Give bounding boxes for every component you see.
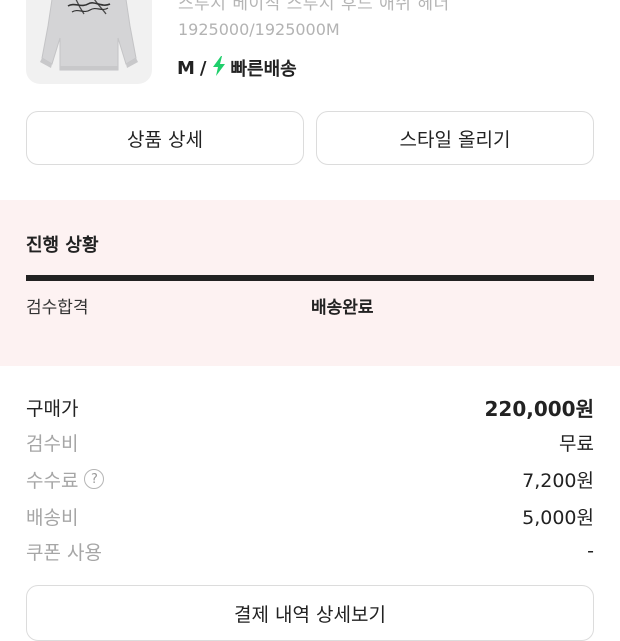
progress-title: 진행 상황 bbox=[26, 235, 99, 256]
product-options: M / 빠른배송 bbox=[177, 55, 297, 81]
price-value: 무료 bbox=[559, 432, 594, 455]
price-row-commission: 수수료 ? 7,200원 bbox=[26, 464, 594, 494]
product-thumbnail[interactable] bbox=[26, 0, 152, 84]
progress-step-inspection: 검수합격 bbox=[26, 298, 89, 318]
price-label: 구매가 bbox=[26, 397, 79, 420]
price-row-coupon: 쿠폰 사용 - bbox=[26, 536, 594, 566]
product-name: 스투시 베이직 스투시 후드 애쉬 헤더 bbox=[178, 0, 450, 14]
price-row-purchase: 구매가 220,000원 bbox=[26, 392, 594, 422]
product-code: 1925000/1925000M bbox=[178, 20, 340, 39]
post-style-button[interactable]: 스타일 올리기 bbox=[316, 111, 594, 165]
option-separator: / bbox=[199, 57, 207, 79]
commission-label: 수수료 bbox=[26, 469, 79, 492]
help-icon[interactable]: ? bbox=[84, 469, 105, 489]
shipping-type: 빠른배송 bbox=[230, 59, 297, 80]
product-size: M bbox=[177, 57, 195, 79]
payment-details-button[interactable]: 결제 내역 상세보기 bbox=[26, 585, 594, 641]
price-label: 배송비 bbox=[26, 506, 79, 529]
price-row-shipping-fee: 배송비 5,000원 bbox=[26, 501, 594, 531]
price-label: 검수비 bbox=[26, 432, 79, 455]
product-summary: 스투시 베이직 스투시 후드 애쉬 헤더 1925000/1925000M M … bbox=[0, 0, 620, 100]
price-label: 수수료 ? bbox=[26, 466, 105, 493]
price-label: 쿠폰 사용 bbox=[26, 541, 102, 564]
price-value: 5,000원 bbox=[522, 506, 594, 529]
hoodie-image bbox=[40, 0, 138, 71]
price-value: 220,000원 bbox=[484, 396, 595, 421]
price-value: 7,200원 bbox=[522, 469, 594, 492]
progress-section: 진행 상황 검수합격 배송완료 bbox=[0, 200, 620, 366]
progress-step-delivered: 배송완료 bbox=[311, 298, 374, 318]
progress-bar bbox=[26, 275, 594, 281]
lightning-icon bbox=[212, 55, 226, 81]
price-value: - bbox=[587, 540, 594, 562]
product-detail-button[interactable]: 상품 상세 bbox=[26, 111, 304, 165]
price-row-inspection-fee: 검수비 무료 bbox=[26, 427, 594, 457]
